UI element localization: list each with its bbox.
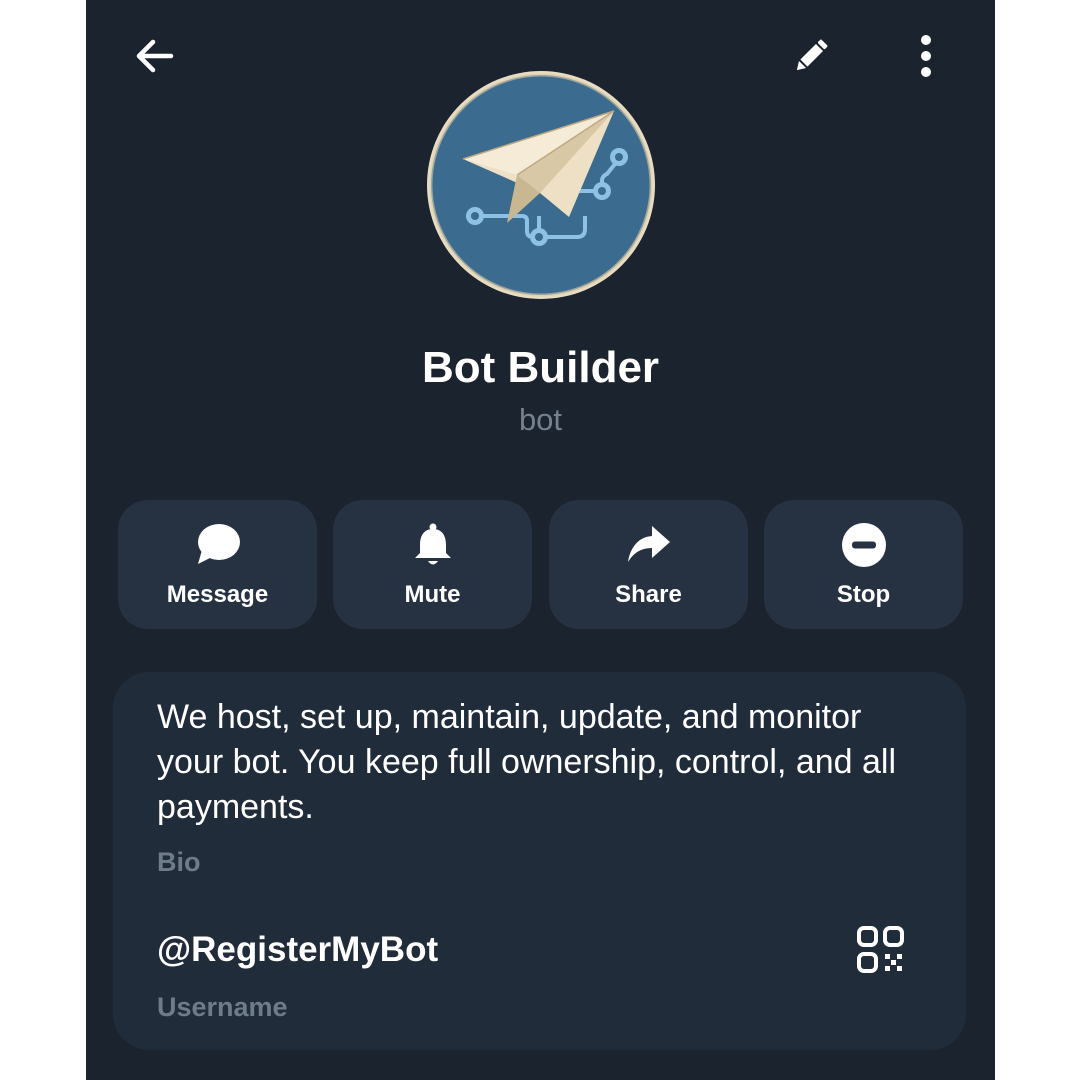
profile-screen: Bot Builder bot Message Mute Share Stop …	[86, 0, 995, 1080]
info-card: We host, set up, maintain, update, and m…	[113, 672, 966, 1050]
message-button[interactable]: Message	[118, 500, 317, 629]
avatar[interactable]	[427, 71, 655, 299]
action-buttons: Message Mute Share Stop	[118, 500, 963, 629]
chat-bubble-icon	[197, 524, 240, 564]
arrow-left-icon	[136, 39, 174, 73]
paper-plane-network-icon	[427, 71, 655, 299]
username-label: Username	[157, 992, 288, 1022]
bio-text: We host, set up, maintain, update, and m…	[157, 698, 897, 826]
mute-label: Mute	[404, 581, 461, 608]
message-label: Message	[166, 581, 269, 608]
qr-code-icon	[857, 926, 904, 973]
bell-icon	[414, 523, 451, 565]
share-label: Share	[615, 581, 682, 608]
pencil-icon	[796, 39, 828, 71]
bio-label: Bio	[157, 847, 201, 877]
qr-code-button[interactable]	[853, 922, 909, 978]
stop-button[interactable]: Stop	[764, 500, 963, 629]
share-button[interactable]: Share	[549, 500, 748, 629]
profile-status: bot	[518, 402, 563, 437]
edit-button[interactable]	[789, 34, 833, 78]
stop-circle-icon	[841, 523, 886, 567]
profile-name: Bot Builder	[421, 343, 660, 392]
more-options-button[interactable]	[904, 32, 948, 80]
more-vertical-icon	[921, 35, 931, 77]
stop-label: Stop	[836, 581, 891, 608]
back-button[interactable]	[132, 34, 176, 78]
username-value[interactable]: @RegisterMyBot	[157, 928, 438, 972]
share-arrow-icon	[627, 526, 670, 562]
mute-button[interactable]: Mute	[333, 500, 532, 629]
